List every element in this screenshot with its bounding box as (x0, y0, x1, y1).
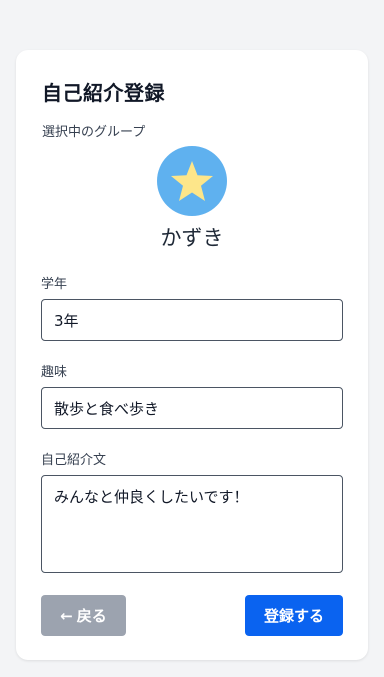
hobby-input[interactable] (41, 387, 343, 429)
registration-card: 自己紹介登録 選択中のグループ かずき 学年 趣味 自己紹介文 みんなと仲良くし… (16, 50, 368, 660)
grade-label: 学年 (41, 277, 68, 292)
grade-input[interactable] (41, 299, 343, 341)
intro-textarea[interactable]: みんなと仲良くしたいです！ (41, 475, 343, 573)
star-icon (171, 161, 213, 201)
selected-group-label: 選択中のグループ (42, 125, 146, 140)
register-button[interactable]: 登録する (245, 595, 343, 636)
back-button-label: 戻る (76, 607, 107, 625)
page-title: 自己紹介登録 (42, 81, 165, 105)
register-button-label: 登録する (263, 607, 324, 625)
intro-label: 自己紹介文 (41, 453, 107, 468)
group-name: かずき (160, 226, 224, 250)
arrow-left-icon: ← (60, 606, 73, 625)
hobby-label: 趣味 (41, 365, 68, 380)
group-avatar (157, 146, 227, 216)
back-button[interactable]: ← 戻る (41, 595, 126, 636)
